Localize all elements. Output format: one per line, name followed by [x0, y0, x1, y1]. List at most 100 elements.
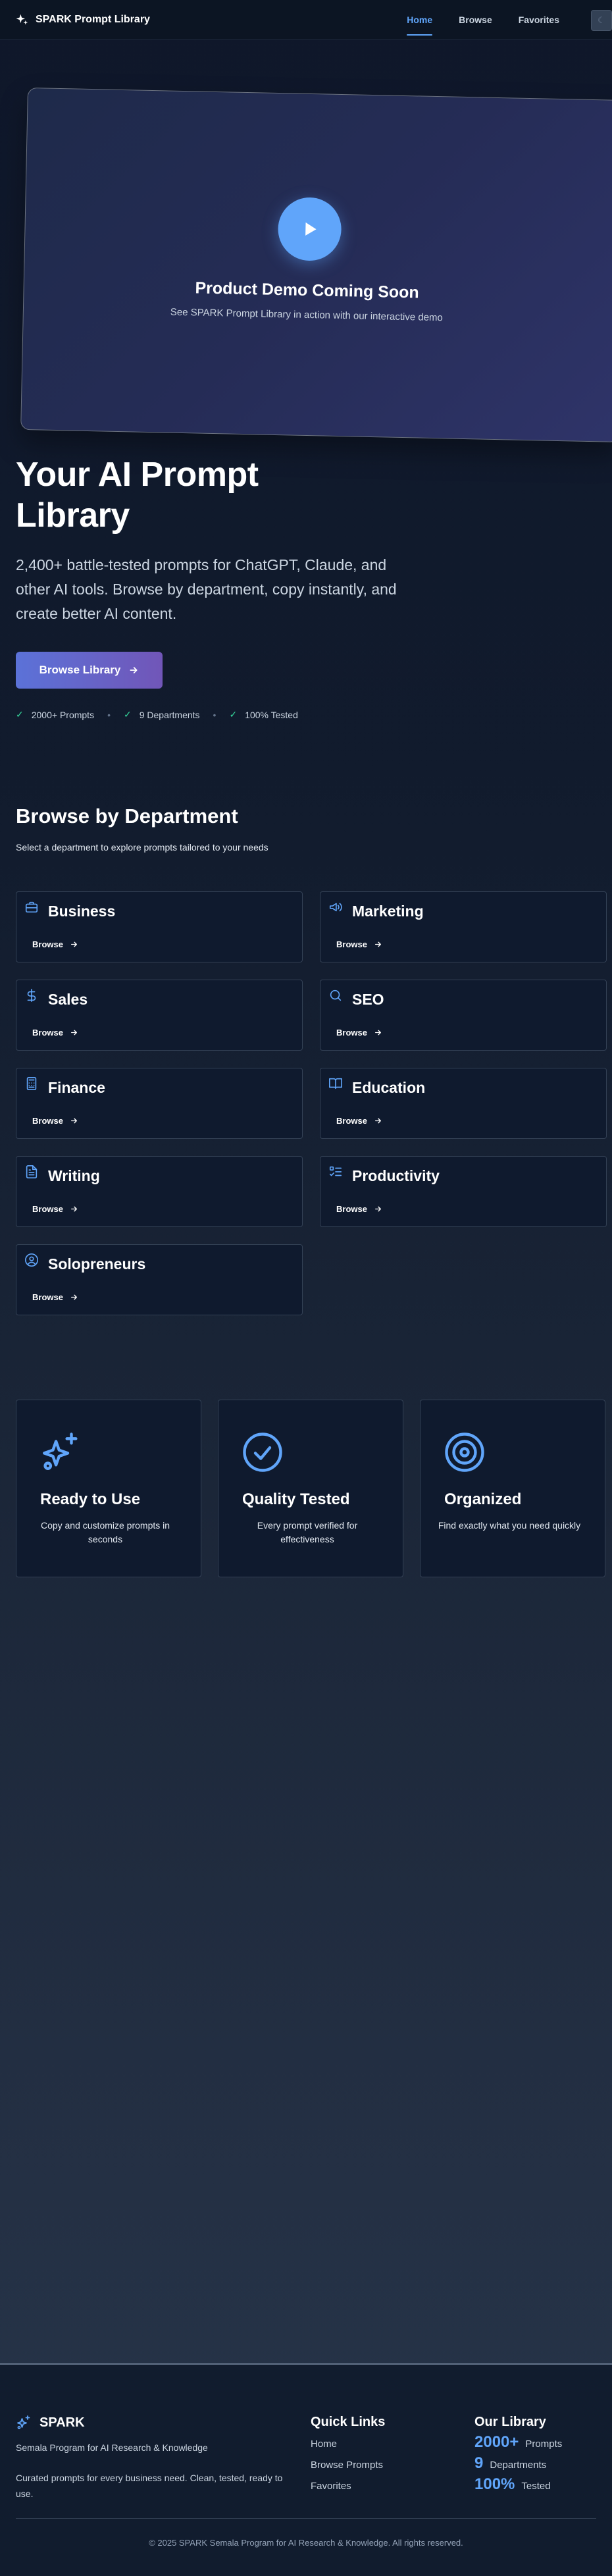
nav-home[interactable]: Home: [407, 0, 432, 39]
browse-link[interactable]: Browse: [32, 939, 78, 949]
feature-card-quality: Quality Tested Every prompt verified for…: [218, 1400, 403, 1577]
sparkles-logo-icon: [14, 13, 29, 27]
arrow-right-icon: [375, 1118, 381, 1124]
check-circle-icon: [243, 1433, 282, 1472]
separator-dot: •: [213, 709, 217, 720]
department-card-marketing[interactable]: Marketing Browse: [320, 891, 607, 962]
feature-description: Find exactly what you need quickly: [438, 1520, 581, 1531]
arrow-right-icon: [71, 1206, 77, 1212]
department-card-sales[interactable]: Sales Browse: [16, 980, 303, 1051]
arrow-right-icon: [130, 667, 138, 673]
footer-link-favorites[interactable]: Favorites: [311, 2481, 351, 2492]
browse-link[interactable]: Browse: [336, 1116, 382, 1126]
stat-label: 2000+ Prompts: [31, 709, 95, 720]
stat-prompts: ✓ 2000+ Prompts: [16, 709, 94, 720]
stat-tested: ✓ 100% Tested: [229, 709, 297, 720]
department-card-writing[interactable]: Writing Browse: [16, 1156, 303, 1227]
browse-label: Browse: [32, 939, 63, 949]
sparkles-logo-icon: [17, 2415, 30, 2429]
footer-link-home[interactable]: Home: [311, 2438, 337, 2450]
demo-subtitle: See SPARK Prompt Library in action with …: [170, 306, 444, 324]
hero-title-line-1: Your AI Prompt: [16, 456, 259, 494]
hero-title-line-2: Library: [16, 496, 130, 535]
browse-link[interactable]: Browse: [336, 1204, 382, 1214]
browse-label: Browse: [336, 1028, 367, 1038]
feature-title: Quality Tested: [242, 1490, 350, 1508]
hero-title: Your AI Prompt Library: [16, 454, 345, 536]
play-button[interactable]: [277, 197, 342, 262]
book-open-icon: [329, 1078, 342, 1090]
arrow-right-icon: [71, 1118, 77, 1124]
browse-library-label: Browse Library: [39, 664, 121, 676]
document-icon: [26, 1165, 38, 1178]
browse-label: Browse: [32, 1204, 63, 1214]
footer-brand: SPARK: [16, 2415, 85, 2431]
stat-departments: ✓ 9 Departments: [124, 709, 200, 720]
browse-link[interactable]: Browse: [336, 1028, 382, 1038]
quick-links-title: Quick Links: [311, 2415, 386, 2429]
target-icon: [445, 1433, 484, 1472]
department-name: SEO: [352, 991, 384, 1008]
browse-link[interactable]: Browse: [32, 1028, 78, 1038]
main-nav: Home Browse Favorites: [407, 0, 559, 39]
browse-label: Browse: [32, 1292, 63, 1302]
stat-label: 100% Tested: [245, 709, 298, 720]
site-footer: SPARK Semala Program for AI Research & K…: [0, 2363, 612, 2576]
library-stat-tested: 100% Tested: [474, 2475, 551, 2494]
department-name: Writing: [48, 1167, 100, 1184]
footer-link-browse[interactable]: Browse Prompts: [311, 2459, 383, 2471]
feature-description: Every prompt verified for effectiveness: [257, 1520, 358, 1544]
department-name: Solopreneurs: [48, 1255, 146, 1273]
copyright: © 2025 SPARK Semala Program for AI Resea…: [149, 2538, 463, 2548]
department-card-business[interactable]: Business Browse: [16, 891, 303, 962]
user-circle-icon: [25, 1253, 38, 1267]
hero-description: 2,400+ battle-tested prompts for ChatGPT…: [16, 556, 397, 622]
arrow-right-icon: [71, 1294, 77, 1300]
check-icon: ✓: [123, 709, 132, 720]
browse-label: Browse: [336, 939, 367, 949]
arrow-right-icon: [71, 1030, 77, 1036]
department-card-finance[interactable]: Finance Browse: [16, 1068, 303, 1139]
browse-link[interactable]: Browse: [336, 939, 382, 949]
site-header: SPARK Prompt Library Home Browse Favorit…: [0, 0, 612, 39]
feature-description: Copy and customize prompts in seconds: [40, 1520, 170, 1544]
nav-favorites[interactable]: Favorites: [519, 0, 559, 39]
departments-title: Browse by Department: [16, 804, 238, 828]
department-card-solopreneurs[interactable]: Solopreneurs Browse: [16, 1244, 303, 1315]
browse-label: Browse: [336, 1116, 367, 1126]
stat-number: 100%: [474, 2475, 515, 2493]
department-card-productivity[interactable]: Productivity Browse: [320, 1156, 607, 1227]
browse-label: Browse: [32, 1116, 63, 1126]
demo-title: Product Demo Coming Soon: [195, 278, 420, 302]
feature-title: Ready to Use: [40, 1490, 141, 1508]
hero-stats: ✓ 2000+ Prompts • ✓ 9 Departments • ✓ 100% …: [16, 709, 298, 720]
department-name: Education: [352, 1079, 426, 1096]
footer-divider: [16, 2518, 596, 2519]
theme-toggle-button[interactable]: ☾: [591, 10, 612, 31]
brand[interactable]: SPARK Prompt Library: [14, 13, 150, 27]
arrow-right-icon: [375, 1206, 381, 1212]
arrow-right-icon: [71, 941, 77, 947]
feature-card-ready: Ready to Use Copy and customize prompts …: [16, 1400, 201, 1577]
search-icon: [330, 989, 342, 1001]
browse-label: Browse: [32, 1028, 63, 1038]
department-card-education[interactable]: Education Browse: [320, 1068, 607, 1139]
browse-link[interactable]: Browse: [32, 1116, 78, 1126]
feature-title: Organized: [444, 1490, 522, 1508]
stat-number: 2000+: [474, 2433, 519, 2451]
browse-library-button[interactable]: Browse Library: [16, 652, 163, 689]
library-title: Our Library: [474, 2415, 546, 2429]
department-card-seo[interactable]: SEO Browse: [320, 980, 607, 1051]
sparkles-icon: [43, 1433, 78, 1470]
browse-link[interactable]: Browse: [32, 1204, 78, 1214]
separator-dot: •: [107, 709, 111, 720]
nav-browse[interactable]: Browse: [459, 0, 492, 39]
footer-brand-name: SPARK: [39, 2415, 85, 2430]
calculator-icon: [26, 1077, 37, 1090]
stat-label: 9 Departments: [139, 709, 200, 720]
browse-link[interactable]: Browse: [32, 1292, 78, 1302]
arrow-right-icon: [375, 941, 381, 947]
stat-label: Tested: [521, 2481, 551, 2492]
department-name: Business: [48, 903, 116, 920]
footer-tagline: Curated prompts for every business need.…: [16, 2473, 283, 2499]
